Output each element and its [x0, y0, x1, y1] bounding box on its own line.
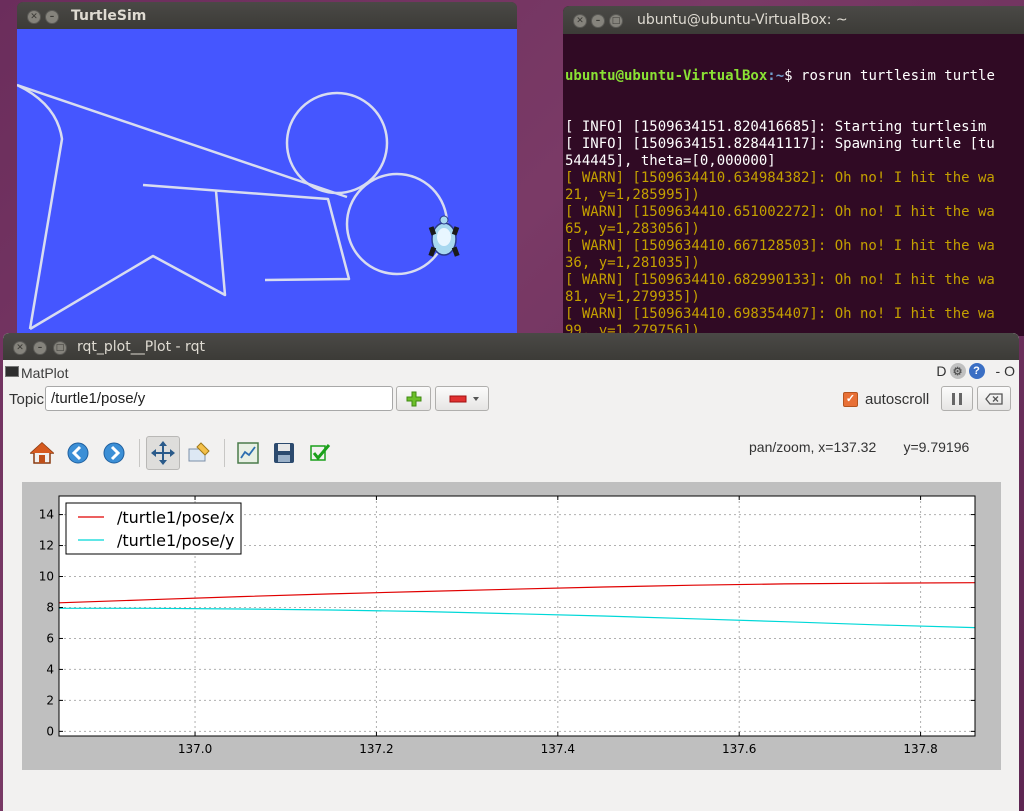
terminal-line: [ WARN] [1509634410.651002272]: Oh no! I… [565, 204, 995, 220]
line-chart[interactable]: 137.0 137.2 137.4 137.6 137.8 0 2 4 6 8 10 12 14/tur… [22, 482, 1001, 770]
turtle-icon [428, 215, 460, 257]
plugin-header: MatPlot D ⚙ ? - O [3, 360, 1019, 384]
topic-row: Topic /turtle1/pose/y ✓ autoscroll [3, 386, 1019, 414]
y-tick-label: 8 [46, 600, 54, 614]
close-icon[interactable]: ✕ [13, 341, 27, 355]
terminal-line: [ WARN] [1509634410.682990133]: Oh no! I… [565, 272, 995, 288]
terminal-line: 81, y=1,279935]) [565, 289, 700, 305]
terminal-line: 21, y=1,285995]) [565, 187, 700, 203]
rqt-titlebar[interactable]: ✕ – □ rqt_plot__Plot - rqt [3, 333, 1019, 360]
terminal-titlebar[interactable]: ✕ – □ ubuntu@ubuntu-VirtualBox: ~ [563, 6, 1024, 34]
terminal-line: [ WARN] [1509634410.634984382]: Oh no! I… [565, 170, 995, 186]
window-title: rqt_plot__Plot - rqt [77, 339, 205, 355]
window-title: TurtleSim [71, 8, 147, 24]
x-tick-label: 137.0 [178, 742, 212, 756]
turtlesim-window: ✕ – TurtleSim [17, 2, 517, 334]
prompt-line: ubuntu@ubuntu-VirtualBox:~$ rosrun turtl… [565, 68, 995, 84]
close-icon[interactable]: ✕ [573, 14, 587, 28]
subplots-icon [237, 442, 259, 464]
subplots-button[interactable] [231, 436, 265, 470]
x-tick-label: 137.6 [722, 742, 756, 756]
legend-label-0: /turtle1/pose/x [117, 508, 235, 527]
window-title: ubuntu@ubuntu-VirtualBox: ~ [637, 12, 848, 28]
turtle-trail-drawing [17, 83, 460, 331]
minus-icon [449, 395, 479, 402]
terminal-output[interactable]: ubuntu@ubuntu-VirtualBox:~$ rosrun turtl… [565, 34, 1024, 336]
rqt-content: MatPlot D ⚙ ? - O Topic /turtle1/pose/y … [3, 360, 1019, 811]
edit-axes-button[interactable] [303, 436, 337, 470]
maximize-icon[interactable]: □ [53, 341, 67, 355]
x-tick-label: 137.4 [541, 742, 575, 756]
remove-topic-button[interactable] [435, 386, 489, 411]
terminal-log: [ INFO] [1509634151.820416685]: Starting… [565, 119, 1024, 336]
toolbar-separator [224, 439, 225, 467]
autoscroll-checkbox[interactable]: ✓ [843, 392, 858, 407]
y-tick-label: 2 [46, 693, 54, 707]
terminal-line: [ INFO] [1509634151.820416685]: Starting… [565, 119, 995, 135]
minimize-icon[interactable]: – [33, 341, 47, 355]
x-tick-label: 137.8 [903, 742, 937, 756]
close-icon[interactable]: ✕ [27, 10, 41, 24]
home-icon [30, 441, 54, 464]
minimize-icon[interactable]: – [591, 14, 605, 28]
back-button[interactable] [61, 436, 95, 470]
terminal-line: 36, y=1,281035]) [565, 255, 700, 271]
topic-input[interactable]: /turtle1/pose/y [45, 386, 393, 411]
plus-icon [406, 391, 421, 406]
plot-area[interactable]: 137.0 137.2 137.4 137.6 137.8 0 2 4 6 8 10 12 14/tur… [22, 482, 1001, 770]
y-tick-label: 10 [39, 570, 54, 584]
save-icon [274, 443, 294, 463]
y-tick-label: 4 [46, 662, 54, 676]
matplot-plugin-icon [5, 366, 19, 377]
zoom-rect-icon [188, 442, 210, 462]
help-icon[interactable]: ? [968, 363, 985, 379]
clear-button[interactable] [977, 386, 1011, 411]
pause-button[interactable] [941, 386, 973, 411]
y-tick-label: 14 [39, 508, 54, 522]
zoom-rect-button[interactable] [182, 436, 216, 470]
x-tick-label: 137.2 [359, 742, 393, 756]
terminal-line: [ WARN] [1509634410.667128503]: Oh no! I… [565, 238, 995, 254]
back-icon [67, 442, 89, 464]
turtlesim-canvas [17, 29, 517, 334]
matplotlib-toolbar [25, 436, 339, 470]
forward-button[interactable] [97, 436, 131, 470]
terminal-line: 65, y=1,283056]) [565, 221, 700, 237]
maximize-icon[interactable]: □ [609, 14, 623, 28]
topic-label: Topic [9, 391, 45, 408]
home-button[interactable] [25, 436, 59, 470]
y-tick-label: 0 [46, 724, 54, 738]
add-topic-button[interactable] [396, 386, 431, 411]
pan-button[interactable] [146, 436, 180, 470]
rqt-window: ✕ – □ rqt_plot__Plot - rqt MatPlot D ⚙ ?… [3, 333, 1019, 811]
terminal-line: [ WARN] [1509634410.698354407]: Oh no! I… [565, 306, 995, 322]
dock-button[interactable]: D [936, 363, 946, 379]
minimize-icon[interactable]: – [45, 10, 59, 24]
clear-icon [985, 392, 1003, 405]
y-tick-label: 12 [39, 539, 54, 553]
terminal-line: [ INFO] [1509634151.828441117]: Spawning… [565, 136, 995, 152]
y-tick-label: 6 [46, 631, 54, 645]
plugin-title: MatPlot [21, 365, 69, 381]
terminal-line: 544445], theta=[0,000000] [565, 153, 776, 169]
save-button[interactable] [267, 436, 301, 470]
forward-icon [103, 442, 125, 464]
pan-icon [151, 441, 175, 465]
autoscroll-label: autoscroll [865, 391, 930, 408]
toolbar-separator [139, 439, 140, 467]
autoscroll-control[interactable]: ✓ autoscroll [843, 391, 929, 408]
legend-label-1: /turtle1/pose/y [117, 531, 235, 550]
window-controls[interactable]: - O [996, 363, 1015, 379]
check-icon [310, 444, 331, 461]
turtlesim-titlebar[interactable]: ✕ – TurtleSim [17, 2, 517, 29]
pause-icon [952, 392, 962, 405]
terminal-window: ✕ – □ ubuntu@ubuntu-VirtualBox: ~ ubuntu… [563, 6, 1024, 336]
gear-icon[interactable]: ⚙ [949, 363, 966, 379]
coordinate-readout: pan/zoom, x=137.32 y=9.79196 [749, 439, 970, 455]
